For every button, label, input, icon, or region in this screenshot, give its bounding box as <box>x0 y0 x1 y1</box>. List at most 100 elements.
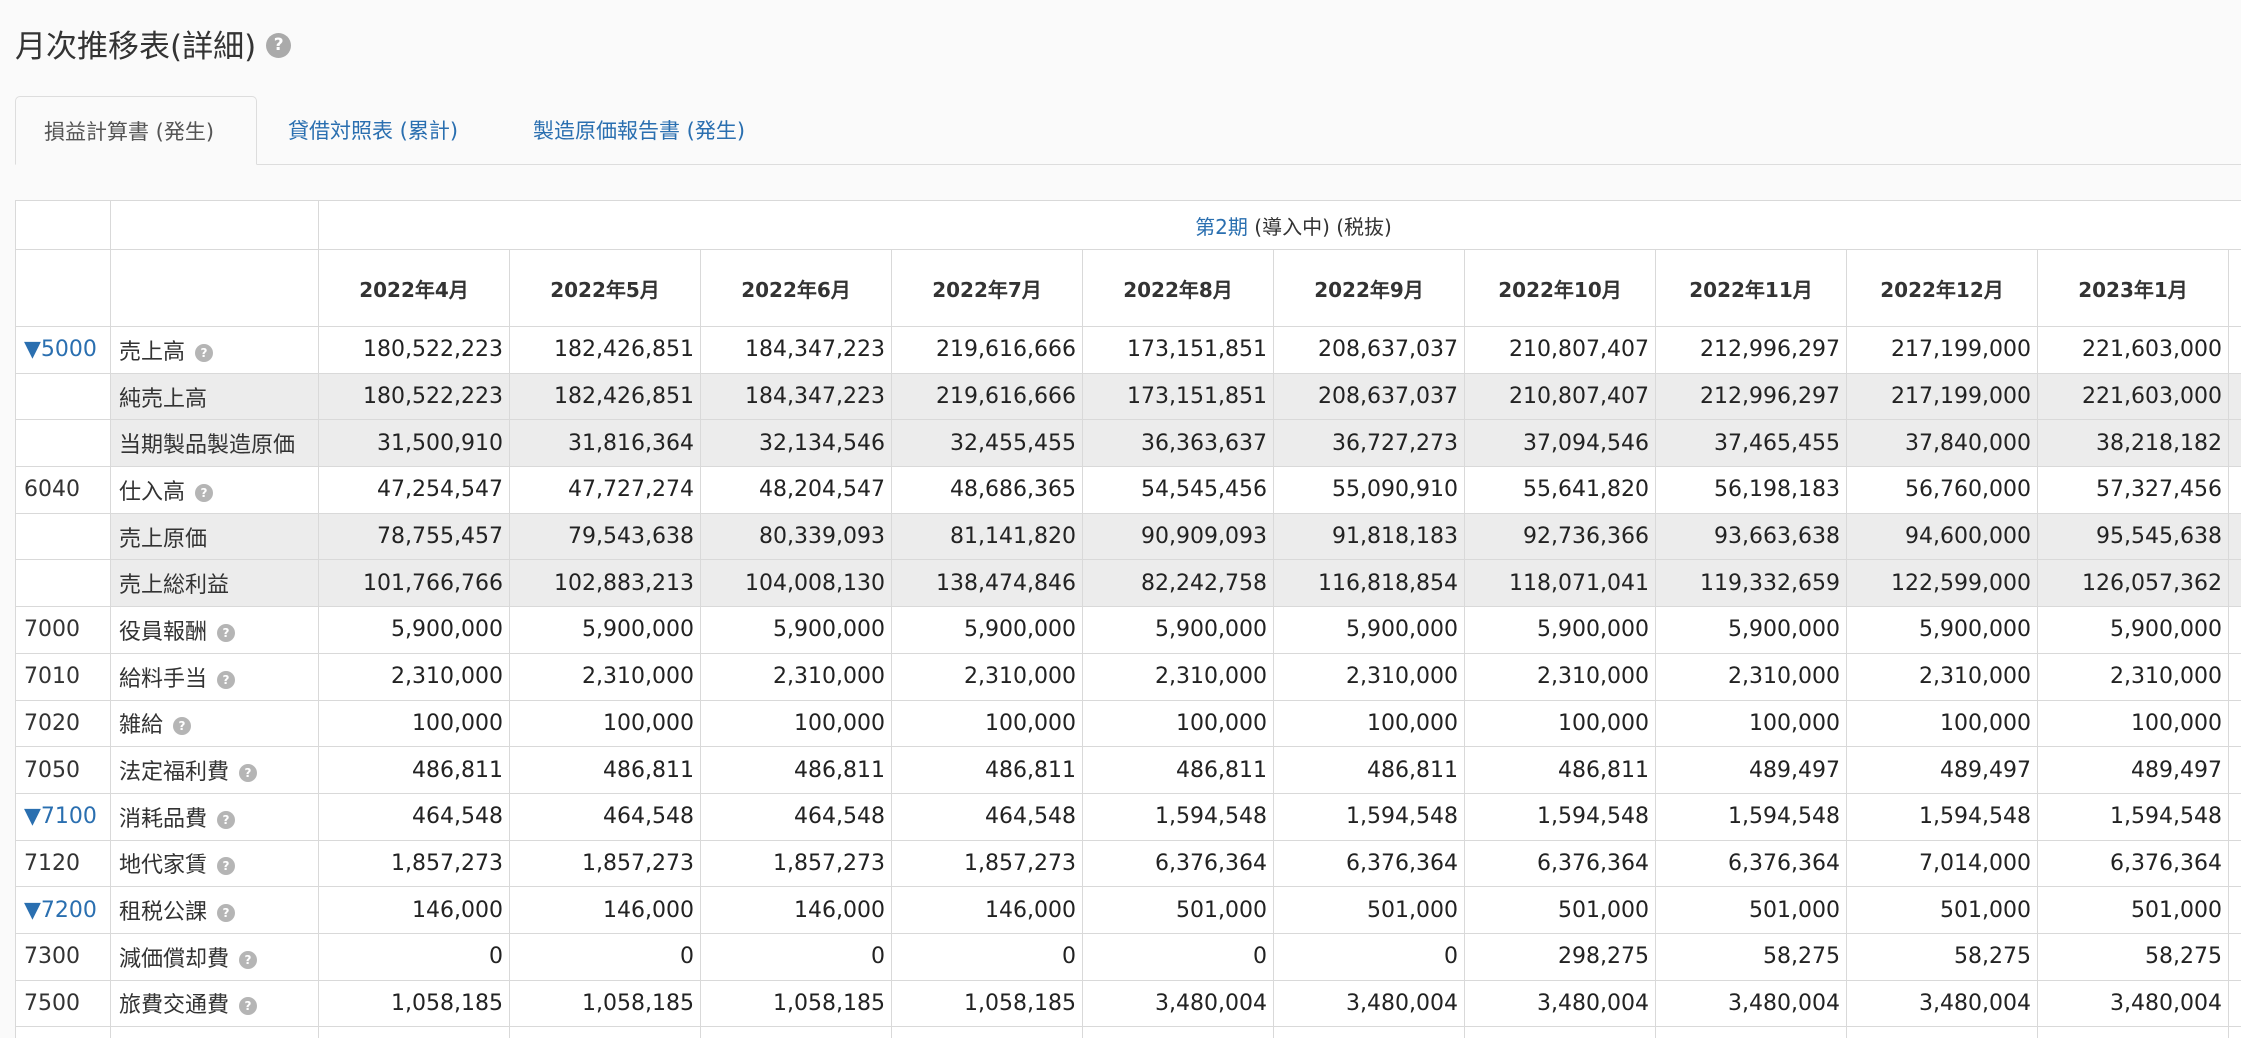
amount-cell: 6,376,364 <box>1464 839 1656 888</box>
tab-label: 貸借対照表 (累計) <box>288 119 459 143</box>
amount-cell: 126,057,362 <box>2037 559 2229 608</box>
account-code <box>15 419 111 468</box>
table-cell <box>891 1026 1083 1038</box>
account-row: 売上原価 78,755,457 79,543,638 80,339,093 81,141… <box>15 512 2241 561</box>
amount-cell: 1,857,273 <box>700 839 892 888</box>
amount-cell-overflow <box>2227 932 2241 981</box>
help-icon[interactable]: ? <box>217 623 236 642</box>
tab-balance-sheet[interactable]: 貸借対照表 (累計) <box>288 96 458 164</box>
table-cell <box>318 1026 510 1038</box>
account-name: 旅費交通費 <box>119 993 230 1019</box>
report-tabs: 損益計算書 (発生) 貸借対照表 (累計) 製造原価報告書 (発生) <box>15 96 2241 165</box>
amount-cell-overflow <box>2227 652 2241 701</box>
amount-cell: 2,310,000 <box>1464 652 1656 701</box>
help-icon[interactable]: ? <box>239 764 258 783</box>
amount-cell: 3,480,004 <box>1464 979 1656 1028</box>
amount-cell: 1,594,548 <box>2037 792 2229 841</box>
help-icon[interactable]: ? <box>239 950 258 969</box>
amount-cell: 118,071,041 <box>1464 559 1656 608</box>
amount-cell-overflow <box>2227 606 2241 654</box>
monthly-table-wrap[interactable]: 第2期 (導入中) (税抜) 2022年4月 2022年5月 2022年6月 2022… <box>15 200 2241 1038</box>
amount-cell: 0 <box>1273 932 1465 981</box>
amount-cell: 208,637,037 <box>1273 326 1465 374</box>
account-row: 当期製品製造原価 31,500,910 31,816,364 32,134,546 32… <box>15 419 2241 468</box>
amount-cell: 501,000 <box>1082 886 1274 934</box>
period-header: 第2期 (導入中) (税抜) <box>317 200 2241 250</box>
amount-cell-overflow <box>2227 746 2241 794</box>
account-row: 純売上高 180,522,223 182,426,851 184,347,223 219… <box>15 372 2241 421</box>
amount-cell-overflow <box>2227 512 2241 561</box>
account-name: 役員報酬 <box>119 619 208 645</box>
table-cell <box>700 1026 892 1038</box>
account-code <box>15 512 111 561</box>
amount-cell-overflow <box>2227 326 2241 374</box>
account-name-cell: 仕入高? <box>110 466 319 514</box>
amount-cell: 486,811 <box>1464 746 1656 794</box>
help-icon[interactable]: ? <box>217 904 236 923</box>
amount-cell: 212,996,297 <box>1655 326 1847 374</box>
amount-cell: 102,883,213 <box>509 559 701 608</box>
tab-manufacturing-cost[interactable]: 製造原価報告書 (発生) <box>533 96 745 164</box>
amount-cell: 208,637,037 <box>1273 372 1465 421</box>
table-cell <box>1273 1026 1465 1038</box>
help-icon[interactable]: ? <box>173 717 192 736</box>
amount-cell: 489,497 <box>1846 746 2038 794</box>
account-code-toggle[interactable]: ▼5000 <box>15 326 111 374</box>
help-icon[interactable]: ? <box>195 483 214 502</box>
amount-cell: 104,008,130 <box>700 559 892 608</box>
period-link[interactable]: 第2期 <box>1195 215 1248 239</box>
amount-cell-overflow <box>2227 839 2241 888</box>
amount-cell: 501,000 <box>1464 886 1656 934</box>
help-icon[interactable]: ? <box>217 670 236 689</box>
account-name-cell: 当期製品製造原価 <box>110 419 319 468</box>
amount-cell: 58,275 <box>2037 932 2229 981</box>
amount-cell: 5,900,000 <box>2037 606 2229 654</box>
account-name: 租税公課 <box>119 900 208 926</box>
amount-cell: 5,900,000 <box>1846 606 2038 654</box>
help-icon[interactable]: ? <box>239 997 258 1016</box>
amount-cell: 0 <box>891 932 1083 981</box>
amount-cell: 36,727,273 <box>1273 419 1465 468</box>
amount-cell: 0 <box>700 932 892 981</box>
account-code: 7300 <box>15 932 111 981</box>
account-name: 当期製品製造原価 <box>119 433 296 459</box>
account-name-cell: 雑給? <box>110 699 319 748</box>
amount-cell: 94,600,000 <box>1846 512 2038 561</box>
help-icon[interactable]: ? <box>195 343 214 362</box>
amount-cell: 81,141,820 <box>891 512 1083 561</box>
help-icon[interactable]: ? <box>266 32 292 58</box>
account-row: 7050 法定福利費? 486,811 486,811 486,811 486,811 48… <box>15 746 2241 794</box>
help-icon[interactable]: ? <box>217 857 236 876</box>
amount-cell: 0 <box>318 932 510 981</box>
account-name-cell: 役員報酬? <box>110 606 319 654</box>
account-row <box>15 1026 2241 1038</box>
amount-cell: 173,151,851 <box>1082 326 1274 374</box>
account-row: 売上総利益 101,766,766 102,883,213 104,008,130 13… <box>15 559 2241 608</box>
account-code-toggle[interactable]: ▼7200 <box>15 886 111 934</box>
account-code-toggle[interactable]: ▼7100 <box>15 792 111 841</box>
amount-cell: 464,548 <box>700 792 892 841</box>
tab-income-statement[interactable]: 損益計算書 (発生) <box>15 96 257 165</box>
monthly-trend-table: 第2期 (導入中) (税抜) 2022年4月 2022年5月 2022年6月 2022… <box>15 200 2241 1038</box>
amount-cell: 100,000 <box>891 699 1083 748</box>
amount-cell: 501,000 <box>1273 886 1465 934</box>
amount-cell: 80,339,093 <box>700 512 892 561</box>
amount-cell: 217,199,000 <box>1846 372 2038 421</box>
help-icon[interactable]: ? <box>217 810 236 829</box>
account-code: 7500 <box>15 979 111 1028</box>
amount-cell: 219,616,666 <box>891 372 1083 421</box>
amount-cell: 100,000 <box>700 699 892 748</box>
header-row-period: 第2期 (導入中) (税抜) <box>15 200 2241 250</box>
account-name-cell: 給料手当? <box>110 652 319 701</box>
amount-cell: 180,522,223 <box>318 372 510 421</box>
month-header: 2022年10月 <box>1464 249 1656 327</box>
amount-cell: 47,727,274 <box>509 466 701 514</box>
header-blank-code <box>15 249 111 327</box>
amount-cell: 101,766,766 <box>318 559 510 608</box>
account-name: 売上高 <box>119 339 186 365</box>
account-name: 純売上高 <box>119 386 208 412</box>
amount-cell-overflow <box>2227 466 2241 514</box>
amount-cell: 48,204,547 <box>700 466 892 514</box>
account-name-cell: 減価償却費? <box>110 932 319 981</box>
amount-cell: 221,603,000 <box>2037 326 2229 374</box>
